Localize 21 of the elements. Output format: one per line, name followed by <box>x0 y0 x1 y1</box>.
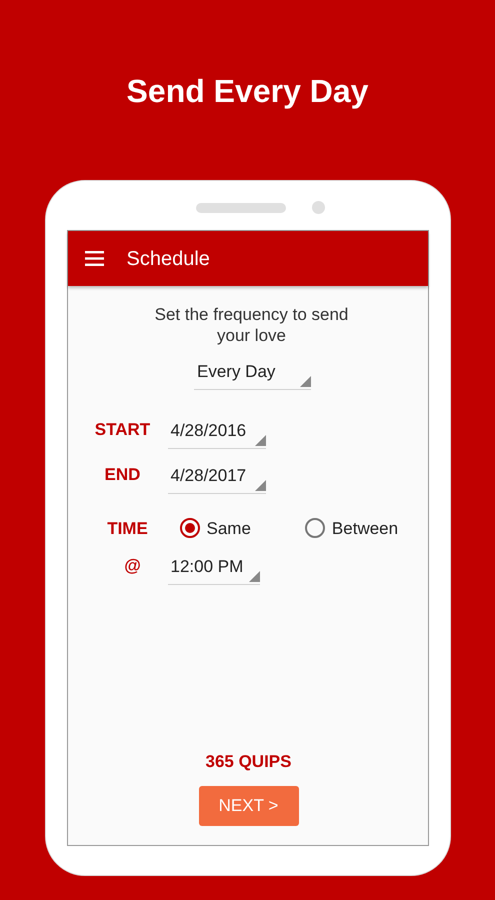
field-label: @ <box>123 555 142 577</box>
corner-triangle-icon <box>254 480 266 490</box>
radio-option[interactable]: Between <box>304 516 398 541</box>
prompt-text: Set the frequency to send your love <box>154 304 350 346</box>
screen-title: Schedule <box>126 246 210 272</box>
headline: Send Every Day <box>126 72 368 110</box>
corner-triangle-icon <box>300 376 311 386</box>
dropdown-field[interactable]: 4/28/2016 <box>168 418 266 448</box>
field-label: START <box>94 419 152 441</box>
dropdown-field[interactable]: Every Day <box>194 359 311 390</box>
quip-count: 365 QUIPS <box>206 750 292 772</box>
field-label: TIME <box>106 518 149 540</box>
menu-icon[interactable] <box>84 251 104 266</box>
corner-triangle-icon <box>248 570 260 582</box>
radio-icon <box>304 518 325 538</box>
dropdown-field[interactable]: 12:00 PM <box>168 554 260 584</box>
dropdown-field[interactable]: 4/28/2017 <box>168 463 266 494</box>
radio-icon <box>180 518 200 538</box>
corner-triangle-icon <box>254 434 266 446</box>
field-label: END <box>104 464 142 486</box>
radio-option[interactable]: Same <box>180 516 251 541</box>
